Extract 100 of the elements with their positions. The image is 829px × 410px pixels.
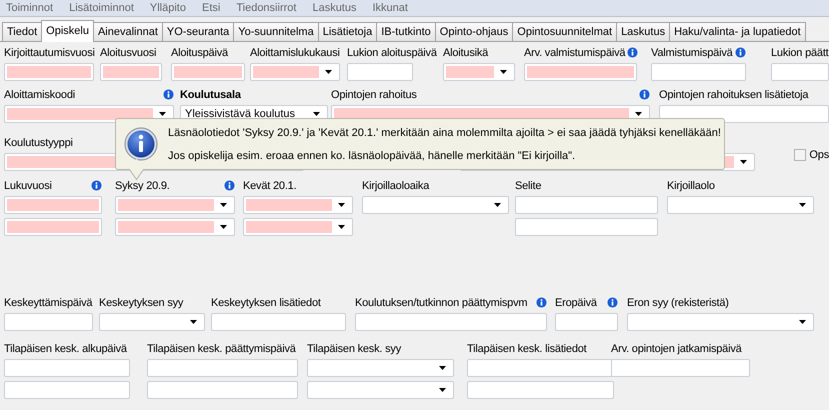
field-label: Keskeyttämispäivä xyxy=(4,296,92,308)
caret-icon xyxy=(439,366,446,370)
input-field[interactable] xyxy=(515,218,658,236)
tab[interactable]: YO-seuranta xyxy=(162,22,234,41)
menu-item[interactable]: Ikkunat xyxy=(372,1,408,15)
dropdown-field[interactable] xyxy=(99,313,205,331)
dropdown-field[interactable] xyxy=(115,196,235,214)
tab[interactable]: Lisätietoja xyxy=(318,22,378,41)
checkbox-label: Ops xyxy=(809,149,829,161)
input-field[interactable] xyxy=(100,63,162,81)
field-label: Lukion päätt xyxy=(771,46,829,58)
input-field[interactable] xyxy=(651,63,746,81)
info-icon[interactable] xyxy=(735,47,746,58)
input-field[interactable] xyxy=(4,196,102,214)
input-field[interactable] xyxy=(171,63,245,81)
field-label: Kevät 20.1. xyxy=(243,180,296,192)
tab[interactable]: Ainevalinnat xyxy=(92,22,163,41)
tooltip-text: Jos opiskelija esim. eroaa ennen ko. läsnäolopäivää, hänelle merkitään "Ei kirjoilla". xyxy=(168,150,576,162)
field-label: Valmistumispäivä xyxy=(651,46,733,58)
input-field[interactable] xyxy=(467,381,614,399)
menu-item[interactable]: Toiminnot xyxy=(6,1,54,15)
dropdown-field[interactable] xyxy=(307,381,454,399)
input-field[interactable] xyxy=(355,313,547,331)
input-field[interactable] xyxy=(4,381,130,399)
input-field[interactable] xyxy=(4,218,102,236)
input-field[interactable] xyxy=(4,359,130,377)
checkbox[interactable] xyxy=(794,149,806,161)
field-label: Kirjoillaolo xyxy=(667,180,715,192)
menu-item[interactable]: Tiedonsiirrot xyxy=(236,1,296,15)
info-icon[interactable] xyxy=(639,89,650,100)
info-icon[interactable] xyxy=(163,89,174,100)
input-field[interactable] xyxy=(347,63,413,81)
tab[interactable]: Tiedot xyxy=(2,22,42,41)
field-label: Opintojen rahoituksen lisätietoja xyxy=(659,88,808,100)
tab[interactable]: Opintosuunnitelmat xyxy=(512,22,618,41)
info-icon[interactable] xyxy=(607,297,618,308)
tab[interactable]: IB-tutkinto xyxy=(376,22,436,41)
info-icon[interactable] xyxy=(536,297,547,308)
field-label: Koulutusala xyxy=(180,88,241,100)
input-field[interactable] xyxy=(147,359,298,377)
field-label: Tilapäisen kesk. syy xyxy=(307,342,402,354)
info-icon[interactable] xyxy=(91,180,102,191)
field-label: Kirjoittautumisvuosi xyxy=(4,46,95,58)
input-field[interactable] xyxy=(611,359,750,377)
dropdown-field[interactable] xyxy=(362,196,509,214)
field-label: Aloituspäivä xyxy=(171,46,228,58)
dropdown-field[interactable] xyxy=(443,63,515,81)
tab[interactable]: Haku/valinta- ja lupatiedot xyxy=(669,22,806,41)
field-label: Eron syy (rekisteristä) xyxy=(627,296,729,308)
input-field[interactable] xyxy=(211,313,346,331)
menu-item[interactable]: Lisätoiminnot xyxy=(69,1,134,15)
input-field[interactable] xyxy=(555,313,618,331)
caret-icon xyxy=(220,203,227,207)
field-label: Lukion aloituspäivä xyxy=(347,46,437,58)
menu-item[interactable]: Ylläpito xyxy=(150,1,186,15)
field-label: Aloitusvuosi xyxy=(100,46,156,58)
info-icon[interactable] xyxy=(224,180,235,191)
tab[interactable]: Laskutus xyxy=(616,22,670,41)
caret-icon xyxy=(159,112,166,116)
input-field[interactable] xyxy=(4,63,94,81)
field-label: Koulutustyyppi xyxy=(4,136,73,148)
info-icon[interactable] xyxy=(627,47,638,58)
caret-icon xyxy=(439,388,446,392)
field-label: Kirjoillaoloaika xyxy=(362,180,430,192)
caret-icon xyxy=(338,203,345,207)
field-label: Tilapäisen kesk. lisätiedot xyxy=(467,342,587,354)
tab[interactable]: Yo-suunnitelma xyxy=(233,22,319,41)
tab[interactable]: Opinto-ohjaus xyxy=(434,22,514,41)
field-label: Keskeytyksen lisätiedot xyxy=(211,296,321,308)
caret-icon xyxy=(494,203,501,207)
dropdown-field[interactable] xyxy=(667,196,814,214)
field-label: Tilapäisen kesk. alkupäivä xyxy=(4,342,127,354)
tab[interactable]: Opiskelu xyxy=(41,20,94,42)
dropdown-field[interactable] xyxy=(307,359,454,377)
field-label: Aloittamislukukausi xyxy=(250,46,340,58)
input-field[interactable] xyxy=(515,196,658,214)
dropdown-field[interactable] xyxy=(115,218,235,236)
caret-icon xyxy=(635,112,642,116)
info-icon xyxy=(124,127,158,161)
input-field[interactable] xyxy=(771,63,829,81)
dropdown-field[interactable] xyxy=(4,105,174,123)
caret-icon xyxy=(190,320,197,324)
menu-item[interactable]: Laskutus xyxy=(312,1,356,15)
field-label: Aloitusikä xyxy=(443,46,488,58)
tooltip-text: Läsnäolotiedot 'Syksy 20.9.' ja 'Kevät 20.1.' merkitään aina molemmilta ajoilta > ei saa jäädä tyhjäksi kenelläkään! xyxy=(168,126,721,138)
caret-icon xyxy=(220,225,227,229)
field-label: Selite xyxy=(515,180,542,192)
input-field[interactable] xyxy=(467,359,614,377)
field-label: Tilapäisen kesk. päättymispäivä xyxy=(147,342,296,354)
caret-icon xyxy=(740,160,747,164)
field-label: Aloittamiskoodi xyxy=(4,88,75,100)
field-label: Arv. valmistumispäivä xyxy=(524,46,626,58)
menu-item[interactable]: Etsi xyxy=(202,1,220,15)
dropdown-field[interactable] xyxy=(627,313,814,331)
input-field[interactable] xyxy=(147,381,298,399)
dropdown-field[interactable] xyxy=(243,196,353,214)
input-field[interactable] xyxy=(524,63,637,81)
dropdown-field[interactable] xyxy=(243,218,353,236)
input-field[interactable] xyxy=(4,313,93,331)
dropdown-field[interactable] xyxy=(250,63,340,81)
